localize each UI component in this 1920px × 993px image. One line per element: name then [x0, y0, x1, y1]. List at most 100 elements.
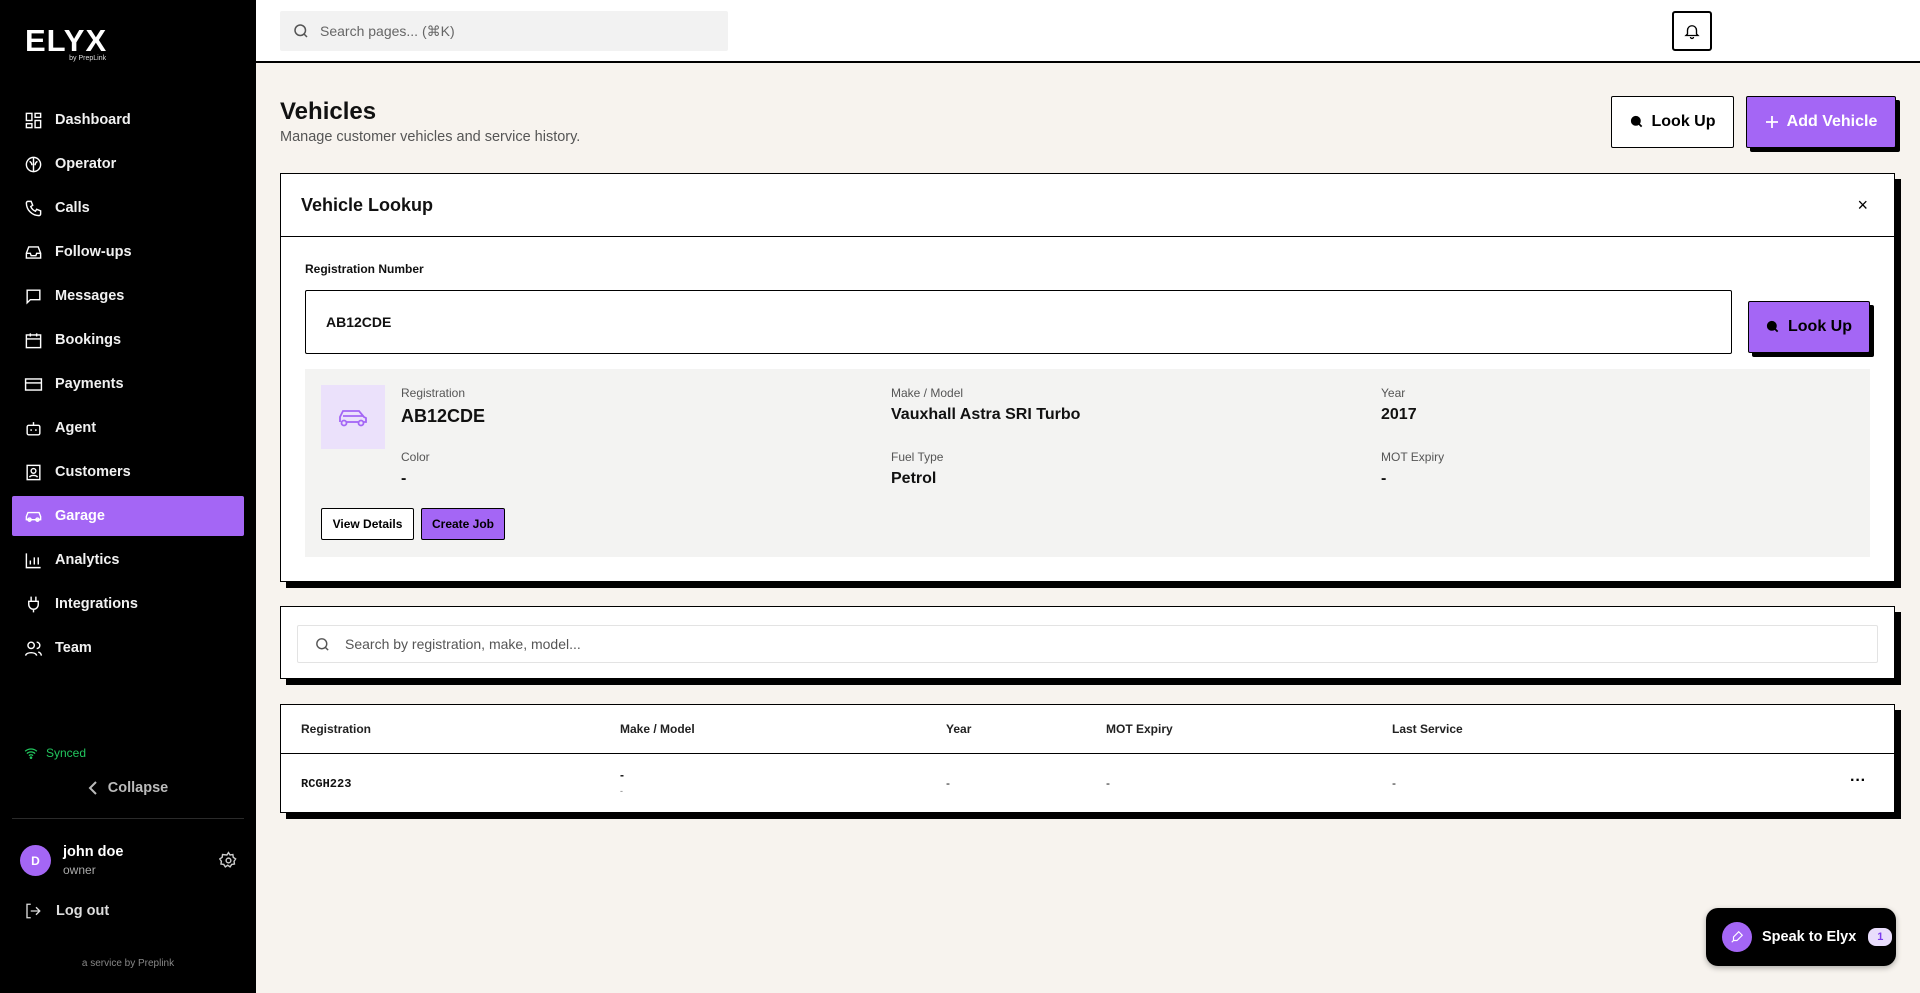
vehicle-lookup-header: Vehicle Lookup ×	[281, 174, 1894, 237]
logo[interactable]: ELYX by PrepLink	[25, 23, 108, 62]
row-more-actions-button[interactable]: ···	[1850, 772, 1866, 790]
sidebar-item-label: Agent	[55, 420, 97, 436]
sidebar-item-garage[interactable]: Garage	[12, 496, 244, 536]
close-icon[interactable]: ×	[1857, 195, 1868, 216]
registration-field: Registration AB12CDE	[401, 386, 485, 427]
sidebar-item-dashboard[interactable]: Dashboard	[12, 100, 244, 140]
sync-status-label: Synced	[46, 746, 87, 760]
sidebar-item-payments[interactable]: Payments	[12, 364, 244, 404]
view-details-button[interactable]: View Details	[321, 508, 414, 540]
sidebar-item-analytics[interactable]: Analytics	[12, 540, 244, 580]
row-year: -	[946, 776, 950, 790]
bar-chart-icon	[25, 552, 41, 568]
vehicle-lookup-panel: Vehicle Lookup × Registration Number Loo…	[280, 173, 1895, 582]
sidebar-item-calls[interactable]: Calls	[12, 188, 244, 228]
vehicle-filter-panel	[280, 606, 1895, 679]
sidebar-item-label: Team	[55, 640, 92, 656]
vehicle-lookup-title: Vehicle Lookup	[301, 194, 434, 215]
registration-field-label: Registration	[401, 386, 466, 400]
sidebar-item-follow-ups[interactable]: Follow-ups	[12, 232, 244, 272]
plus-icon	[1765, 116, 1778, 128]
sidebar-item-customers[interactable]: Customers	[12, 452, 244, 492]
fuel-type-field-label: Fuel Type	[891, 450, 944, 464]
contact-icon	[26, 464, 41, 480]
column-header-year[interactable]: Year	[946, 722, 971, 736]
calendar-icon	[25, 332, 42, 348]
sync-status: Synced	[24, 746, 86, 760]
table-row[interactable]: RCGH223 - - - - - ···	[281, 754, 1894, 814]
create-job-button[interactable]: Create Job	[421, 508, 505, 540]
collapse-button[interactable]: Collapse	[0, 780, 256, 796]
bot-icon	[26, 421, 41, 436]
page-search-input[interactable]	[320, 23, 700, 39]
collapse-label: Collapse	[107, 780, 169, 796]
vehicle-search[interactable]	[297, 625, 1878, 663]
dashboard-icon	[25, 112, 42, 128]
sidebar-item-messages[interactable]: Messages	[12, 276, 244, 316]
row-last-service: -	[1392, 776, 1396, 790]
message-icon	[26, 288, 41, 305]
look-up-button[interactable]: Look Up	[1611, 96, 1734, 148]
vehicles-table: Registration Make / Model Year MOT Expir…	[280, 704, 1895, 813]
add-vehicle-label: Add Vehicle	[1786, 113, 1878, 130]
add-vehicle-button[interactable]: Add Vehicle	[1746, 96, 1896, 148]
sidebar-item-team[interactable]: Team	[12, 628, 244, 668]
notifications-button[interactable]	[1672, 11, 1712, 51]
vehicle-thumbnail	[321, 385, 385, 449]
registration-label: Registration Number	[305, 262, 424, 276]
brain-icon	[25, 156, 42, 172]
mot-expiry-value: -	[1381, 470, 1387, 487]
user-profile[interactable]: D john doe owner	[20, 844, 238, 877]
column-header-mot-expiry[interactable]: MOT Expiry	[1106, 722, 1173, 736]
sidebar-item-label: Garage	[55, 508, 105, 524]
search-icon	[1630, 115, 1642, 128]
make-model-field: Make / Model Vauxhall Astra SRI Turbo	[891, 386, 1080, 424]
make-model-value: Vauxhall Astra SRI Turbo	[891, 406, 1081, 423]
sidebar-item-bookings[interactable]: Bookings	[12, 320, 244, 360]
topbar	[256, 0, 1920, 63]
vehicle-search-input[interactable]	[345, 636, 1745, 652]
column-header-registration[interactable]: Registration	[301, 722, 371, 736]
logout-icon	[26, 903, 41, 919]
speak-badge: 1	[1868, 928, 1893, 946]
sidebar-item-label: Dashboard	[55, 112, 131, 128]
sidebar-item-label: Integrations	[55, 596, 138, 612]
sidebar-item-label: Analytics	[55, 552, 120, 568]
registration-look-up-button[interactable]: Look Up	[1748, 301, 1870, 353]
page-search[interactable]	[280, 11, 728, 51]
sidebar-item-agent[interactable]: Agent	[12, 408, 244, 448]
mot-expiry-field: MOT Expiry -	[1381, 450, 1444, 488]
logout-button[interactable]: Log out	[24, 902, 109, 920]
sidebar-item-label: Follow-ups	[55, 244, 132, 260]
sidebar: ELYX by PrepLink Dashboard Operator Call…	[0, 0, 256, 993]
year-field-label: Year	[1381, 386, 1406, 400]
registration-input[interactable]	[305, 290, 1732, 354]
year-value: 2017	[1381, 406, 1417, 423]
row-registration: RCGH223	[301, 777, 352, 791]
user-role: owner	[63, 863, 96, 877]
row-make: -	[620, 768, 624, 782]
gear-icon[interactable]	[219, 851, 238, 870]
column-header-make-model[interactable]: Make / Model	[620, 722, 695, 736]
sidebar-nav: Dashboard Operator Calls Follow-ups Mess…	[12, 100, 244, 672]
mot-expiry-field-label: MOT Expiry	[1381, 450, 1445, 464]
look-up-label: Look Up	[1651, 113, 1716, 130]
color-field: Color -	[401, 450, 430, 488]
column-header-last-service[interactable]: Last Service	[1392, 722, 1463, 736]
year-field: Year 2017	[1381, 386, 1417, 424]
logo-text: ELYX	[25, 23, 108, 58]
phone-icon	[25, 200, 42, 216]
table-header: Registration Make / Model Year MOT Expir…	[281, 705, 1894, 754]
sidebar-item-operator[interactable]: Operator	[12, 144, 244, 184]
plug-icon	[28, 596, 39, 612]
registration-look-up-label: Look Up	[1788, 318, 1852, 335]
avatar: D	[20, 845, 51, 876]
sidebar-item-integrations[interactable]: Integrations	[12, 584, 244, 624]
service-footer: a service by Preplink	[81, 958, 175, 969]
sidebar-item-label: Bookings	[55, 332, 122, 348]
sidebar-item-label: Payments	[55, 376, 124, 392]
registration-value: AB12CDE	[401, 406, 486, 426]
fuel-type-value: Petrol	[891, 470, 937, 487]
speak-to-elyx-button[interactable]: Speak to Elyx 1	[1706, 908, 1896, 966]
speak-to-elyx-label: Speak to Elyx	[1762, 929, 1857, 945]
